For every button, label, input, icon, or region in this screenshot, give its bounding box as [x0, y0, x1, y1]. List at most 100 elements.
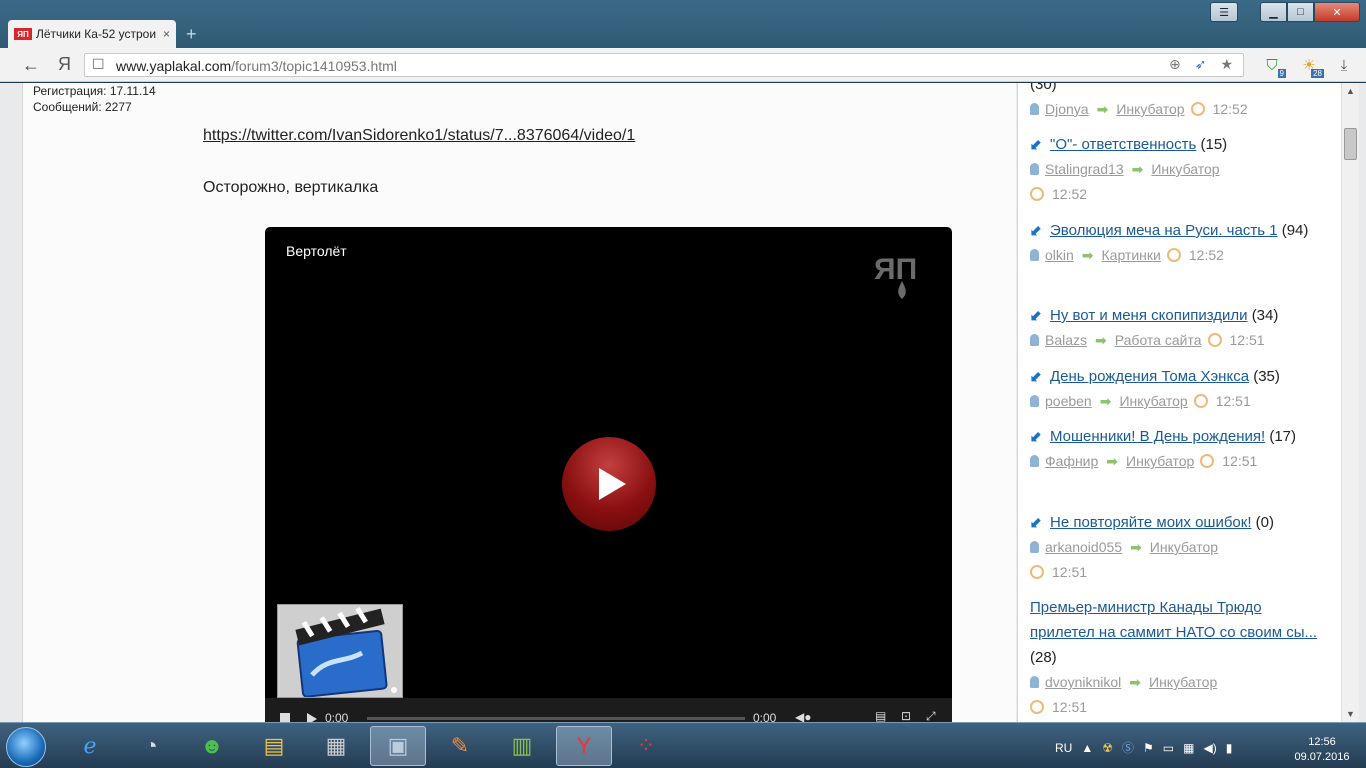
play-button[interactable]	[562, 437, 656, 531]
topic-title[interactable]: День рождения Тома Хэнкса	[1050, 368, 1249, 385]
topic-count: (34)	[1251, 307, 1279, 324]
internet-explorer-icon[interactable]: ℯ	[62, 726, 118, 766]
topic-section[interactable]: Инкубатор	[1150, 539, 1218, 555]
file-explorer-icon[interactable]: ▤	[246, 726, 302, 766]
volume-tray-icon[interactable]: ◀)	[1203, 741, 1216, 755]
volume-icon[interactable]: ◀●	[795, 710, 811, 722]
topic-author[interactable]: arkanoid055	[1045, 539, 1122, 555]
yandex-icon[interactable]: Я	[58, 54, 71, 75]
topic-section[interactable]: Инкубатор	[1116, 101, 1184, 117]
bookmark-star-icon[interactable]: ★	[1220, 56, 1233, 73]
topic-author[interactable]: poeben	[1045, 393, 1092, 409]
twitter-link[interactable]: https://twitter.com/IvanSidorenko1/statu…	[203, 127, 635, 145]
topic-title[interactable]: Премьер-министр Канады Трюдо прилетел на…	[1030, 599, 1317, 641]
network-tray-icon[interactable]: ▦	[1183, 741, 1194, 755]
rocket-icon[interactable]: ➶	[1195, 56, 1207, 73]
maximize-button[interactable]: □	[1287, 2, 1314, 22]
topic-title[interactable]: Мошенники! В День рождения!	[1050, 428, 1265, 445]
scroll-thumb[interactable]	[1344, 128, 1357, 160]
skype-icon[interactable]: Ⓢ	[1122, 739, 1134, 756]
downloads-icon[interactable]: ⤓	[1332, 52, 1356, 78]
flag-icon[interactable]: ⚑	[1143, 741, 1154, 755]
language-indicator[interactable]: RU	[1055, 741, 1072, 755]
video-player[interactable]: Вертолёт ЯП 0:00 0:00 ◀● ▤ ⊡ ⤢	[265, 227, 952, 722]
radiation-icon[interactable]: ☢	[1102, 741, 1113, 755]
close-window-button[interactable]: ✕	[1314, 2, 1360, 22]
topic-section[interactable]: Картинки	[1102, 247, 1161, 263]
topic-title[interactable]: Эволюция меча на Руси. часть 1	[1050, 222, 1278, 239]
topic-time: 12:52	[1188, 247, 1224, 263]
back-icon[interactable]: ←	[22, 55, 40, 76]
stop-icon[interactable]	[280, 713, 290, 722]
tab-title: Лётчики Ка-52 устрои	[36, 27, 157, 41]
topic-count: (94)	[1281, 222, 1309, 239]
topic-author[interactable]: dvoyniknikol	[1045, 674, 1121, 690]
topic-item: ⬋ Ну вот и меня скопипиздили (34) Balazs ➡…	[1030, 303, 1330, 353]
topic-author[interactable]: Balazs	[1045, 332, 1087, 348]
user-icon	[1030, 395, 1039, 407]
game-character-icon[interactable]: ☻	[184, 726, 240, 766]
post-area: Регистрация: 17.11.14 Сообщений: 2277 ht…	[22, 83, 1016, 722]
share-icon[interactable]: ⊡	[901, 709, 911, 722]
browser-menu-button[interactable]: ☰	[1210, 2, 1238, 22]
topic-section[interactable]: Инкубатор	[1151, 161, 1219, 177]
speedometer-icon[interactable]: ◔	[123, 726, 179, 766]
scroll-down-icon[interactable]: ▼	[1346, 709, 1355, 719]
document-viewer-icon[interactable]: ▥	[494, 726, 550, 766]
adblock-shield-icon[interactable]: ⛉ 9	[1258, 52, 1286, 78]
arrow-icon: ➡	[1130, 539, 1142, 555]
fullscreen-icon[interactable]: ⤢	[926, 709, 936, 722]
topic-section[interactable]: Инкубатор	[1119, 393, 1187, 409]
arrow-icon: ➡	[1131, 161, 1144, 177]
paint-icon[interactable]: ✎	[432, 726, 488, 766]
topic-section[interactable]: Работа сайта	[1115, 332, 1202, 348]
topic-title[interactable]: Ну вот и меня скопипиздили	[1050, 307, 1248, 324]
clock-icon	[1200, 454, 1215, 468]
topic-title[interactable]: Не повторяйте моих ошибок!	[1050, 514, 1252, 531]
page-scrollbar[interactable]: ▲ ▼	[1341, 83, 1359, 722]
clock-icon	[1166, 248, 1181, 262]
time-total: 0:00	[753, 711, 777, 722]
topic-author[interactable]: Stalingrad13	[1045, 161, 1124, 177]
tab-active[interactable]: ЯП Лётчики Ка-52 устрои ×	[8, 20, 176, 48]
weather-icon[interactable]: ☀ 28	[1294, 52, 1324, 78]
yap-watermark-icon: ЯП	[874, 253, 917, 299]
captions-icon[interactable]: ▤	[875, 709, 886, 722]
address-bar[interactable]: ☐ www.yaplakal.com/forum3/topic1410953.h…	[84, 53, 1244, 77]
device-icon[interactable]: ▭	[1163, 741, 1174, 755]
start-button[interactable]	[6, 727, 46, 767]
tray-expand-icon[interactable]: ▲	[1081, 741, 1093, 755]
battery-icon[interactable]: ▮	[1226, 741, 1233, 755]
yandex-browser-icon[interactable]: Y	[556, 726, 612, 766]
minimize-button[interactable]: ▁	[1260, 2, 1287, 22]
tab-close-icon[interactable]: ×	[163, 27, 170, 41]
page-info-icon[interactable]: ☐	[92, 56, 105, 73]
system-clock[interactable]: 12:56 09.07.2016	[1294, 735, 1350, 765]
topic-section[interactable]: Инкубатор	[1149, 674, 1217, 690]
arrow-icon: ➡	[1096, 101, 1109, 117]
network-icon[interactable]: ▦	[308, 726, 364, 766]
play-small-icon[interactable]	[307, 713, 317, 722]
topic-time: 12:51	[1052, 564, 1088, 580]
latest-topics-sidebar: (30) Djonya ➡ Инкубатор 12:52 ⬋ "О"- ответст…	[1017, 83, 1341, 722]
topic-section[interactable]: Инкубатор	[1126, 453, 1194, 469]
clock-icon	[1030, 565, 1044, 579]
topic-author[interactable]: Фафнир	[1045, 453, 1098, 469]
topic-author[interactable]: Djonya	[1045, 101, 1089, 117]
arrow-icon: ➡	[1081, 247, 1094, 263]
arrow-icon: ➡	[1095, 332, 1107, 348]
topic-item: ⬋ Мошенники! В День рождения! (17) Фафнир…	[1030, 424, 1330, 474]
new-tab-icon[interactable]: +	[186, 25, 197, 43]
topic-author[interactable]: olkin	[1045, 247, 1074, 263]
remote-desktop-icon[interactable]: ▣	[370, 726, 426, 766]
url-host: www.yaplakal.com	[116, 58, 232, 74]
url-text[interactable]: www.yaplakal.com/forum3/topic1410953.htm…	[116, 58, 397, 74]
seek-bar[interactable]	[367, 717, 745, 720]
topic-title[interactable]: "О"- ответственность	[1050, 136, 1196, 153]
translate-icon[interactable]: ⊕	[1169, 56, 1181, 73]
solitaire-icon[interactable]: ⁘	[618, 726, 674, 766]
video-thumbnail[interactable]	[277, 604, 403, 698]
topic-count: (30)	[1030, 83, 1057, 93]
scroll-up-icon[interactable]: ▲	[1346, 86, 1355, 96]
clock-time: 12:56	[1308, 736, 1336, 748]
